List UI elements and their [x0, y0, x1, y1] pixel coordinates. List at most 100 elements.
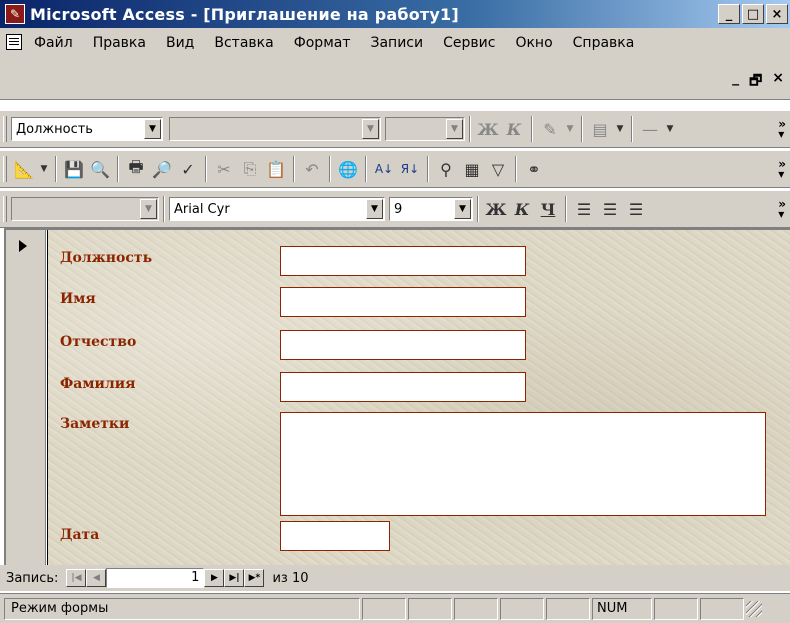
align-center-icon[interactable]: ☰: [597, 196, 623, 222]
doc-restore-button[interactable]: 🗗: [749, 70, 762, 94]
apply-filter-icon[interactable]: ▽: [485, 156, 511, 182]
file-search-icon[interactable]: 🔍: [87, 156, 113, 182]
menu-insert[interactable]: Вставка: [204, 35, 283, 51]
toolbar-separator: [477, 196, 479, 222]
hyperlink-icon[interactable]: 🌐: [335, 156, 361, 182]
menu-bar: Файл Правка Вид Вставка Формат Записи Се…: [0, 28, 790, 100]
italic-button[interactable]: К: [501, 116, 527, 142]
menu-tools[interactable]: Сервис: [433, 35, 505, 51]
label-notes: Заметки: [60, 416, 130, 432]
toolbar-overflow-icon[interactable]: » ▾: [778, 118, 786, 140]
status-mode: Режим формы: [4, 597, 360, 620]
notes-field[interactable]: [280, 412, 766, 516]
menu-help[interactable]: Справка: [563, 35, 645, 51]
menu-records[interactable]: Записи: [361, 35, 434, 51]
toolbar-separator: [205, 156, 207, 182]
chevron-down-icon[interactable]: ▼: [563, 116, 577, 142]
record-number-input[interactable]: 1: [106, 568, 205, 588]
chevron-down-icon[interactable]: ▼: [663, 116, 677, 142]
chevron-down-icon[interactable]: ▼: [366, 199, 383, 219]
window-title: Microsoft Access - [Приглашение на работ…: [30, 4, 459, 24]
menu-window[interactable]: Окно: [505, 35, 562, 51]
record-selector[interactable]: [6, 230, 46, 565]
formatting-toolbar-top: Должность ▼ ▼ ▼ Ж К ✎ ▼ ▤ ▼ — ▼ » ▾: [0, 110, 790, 148]
font-size-combo[interactable]: 9 ▼: [389, 197, 473, 221]
toolbar-overflow-icon[interactable]: » ▾: [778, 158, 786, 180]
first-record-button[interactable]: |◀: [66, 569, 87, 587]
style-combo[interactable]: ▼: [11, 197, 159, 221]
toolbar-separator: [531, 116, 533, 142]
save-icon[interactable]: 💾: [61, 156, 87, 182]
doc-minimize-button[interactable]: _: [732, 70, 739, 94]
chevron-down-icon[interactable]: ▼: [144, 119, 161, 139]
first-name-field[interactable]: [280, 287, 526, 317]
line-width-icon[interactable]: —: [637, 116, 663, 142]
last-name-field[interactable]: [280, 372, 526, 402]
chevron-down-icon[interactable]: ▼: [140, 199, 157, 219]
filter-by-selection-icon[interactable]: ⚲: [433, 156, 459, 182]
next-record-button[interactable]: ▶: [204, 569, 225, 587]
sort-ascending-icon[interactable]: A↓: [371, 156, 397, 182]
last-record-button[interactable]: ▶|: [224, 569, 245, 587]
patronymic-field[interactable]: [280, 330, 526, 360]
font-name-combo[interactable]: Arial Cyr ▼: [169, 197, 385, 221]
bold-button[interactable]: Ж: [483, 196, 509, 222]
size-combo[interactable]: ▼: [385, 117, 465, 141]
toolbar-separator: [581, 116, 583, 142]
font-combo[interactable]: ▼: [169, 117, 381, 141]
border-icon[interactable]: ▤: [587, 116, 613, 142]
new-record-button[interactable]: ▶*: [244, 569, 265, 587]
label-patronymic: Отчество: [60, 334, 137, 350]
toolbar-overflow-icon[interactable]: » ▾: [778, 198, 786, 220]
chevron-down-icon[interactable]: ▼: [37, 156, 51, 182]
label-position: Должность: [60, 250, 153, 266]
chevron-down-icon[interactable]: ▼: [454, 199, 471, 219]
toolbar-separator: [427, 156, 429, 182]
chevron-down-icon[interactable]: ▼: [362, 119, 379, 139]
toolbar-separator: [565, 196, 567, 222]
chevron-down-icon[interactable]: ▼: [613, 116, 627, 142]
print-icon[interactable]: 🖶: [123, 156, 149, 182]
cut-icon[interactable]: ✂: [211, 156, 237, 182]
align-left-icon[interactable]: ☰: [571, 196, 597, 222]
align-right-icon[interactable]: ☰: [623, 196, 649, 222]
undo-icon[interactable]: ↶: [299, 156, 325, 182]
object-combo[interactable]: Должность ▼: [11, 117, 163, 141]
toolbar-grip[interactable]: [3, 116, 7, 142]
form-detail-section: Должность Имя Отчество Фамилия Заметки Д…: [47, 230, 790, 565]
position-field[interactable]: [280, 246, 526, 276]
fill-color-icon[interactable]: ✎: [537, 116, 563, 142]
status-pane: [700, 597, 744, 620]
date-field[interactable]: [280, 521, 390, 551]
status-bar: Режим формы NUM: [0, 593, 790, 623]
copy-icon[interactable]: ⎘: [237, 156, 263, 182]
chevron-down-icon[interactable]: ▼: [446, 119, 463, 139]
resize-grip-icon[interactable]: [746, 600, 762, 617]
close-button[interactable]: ×: [766, 4, 788, 24]
form-document-icon[interactable]: [6, 34, 22, 50]
print-preview-icon[interactable]: 🔎: [149, 156, 175, 182]
spelling-icon[interactable]: ✓: [175, 156, 201, 182]
restore-button[interactable]: □: [742, 4, 764, 24]
menu-file[interactable]: Файл: [24, 35, 83, 51]
previous-record-button[interactable]: ◀: [86, 569, 107, 587]
form-window: Должность Имя Отчество Фамилия Заметки Д…: [4, 228, 790, 565]
toolbar-grip[interactable]: [3, 196, 7, 222]
view-icon[interactable]: 📐: [11, 156, 37, 182]
toolbar-grip[interactable]: [3, 156, 7, 182]
find-binoculars-icon[interactable]: ⚭: [521, 156, 547, 182]
minimize-button[interactable]: _: [718, 4, 740, 24]
filter-by-form-icon[interactable]: ▦: [459, 156, 485, 182]
italic-button[interactable]: К: [509, 196, 535, 222]
bold-button[interactable]: Ж: [475, 116, 501, 142]
paste-icon[interactable]: 📋: [263, 156, 289, 182]
status-pane: [408, 597, 452, 620]
access-key-icon[interactable]: ✎: [5, 4, 25, 24]
menu-format[interactable]: Формат: [284, 35, 361, 51]
menu-edit[interactable]: Правка: [83, 35, 156, 51]
sort-descending-icon[interactable]: Я↓: [397, 156, 423, 182]
doc-close-button[interactable]: ×: [772, 70, 784, 94]
toolbar-separator: [631, 116, 633, 142]
underline-button[interactable]: Ч: [535, 196, 561, 222]
menu-view[interactable]: Вид: [156, 35, 204, 51]
